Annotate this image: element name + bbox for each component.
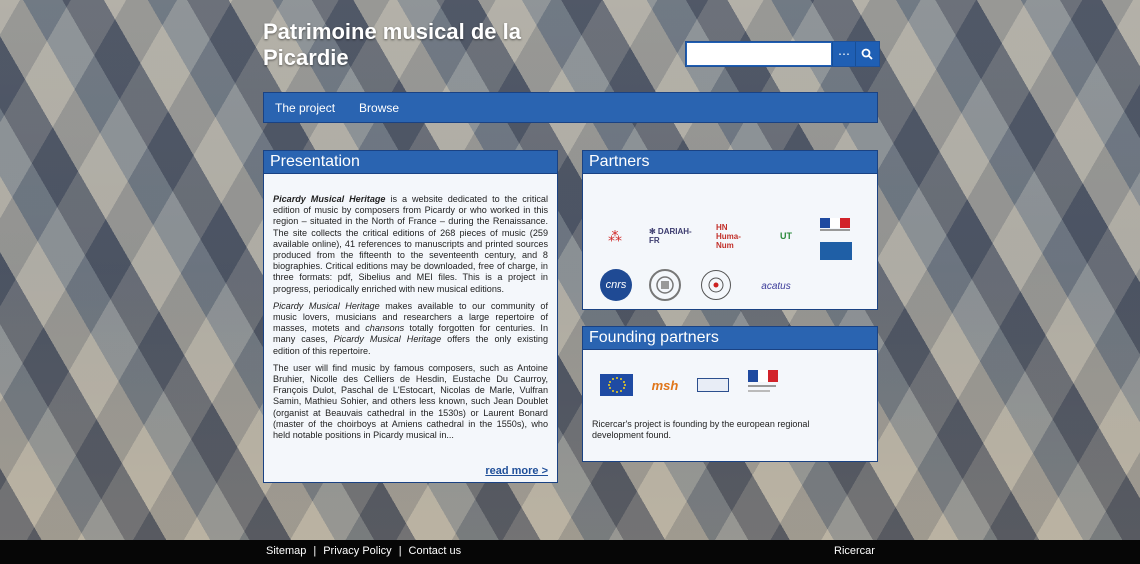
ut-tours-logo[interactable]: UT [769, 228, 803, 244]
advanced-search-button[interactable]: ⋯ [832, 42, 855, 66]
main-nav: The project Browse [263, 92, 878, 123]
presentation-paragraph-3: The user will find music by famous compo… [273, 362, 548, 441]
cnrs-logo[interactable]: cnrs [600, 269, 632, 301]
ensemble-seal-logo[interactable] [701, 270, 731, 300]
republique-francaise-logo[interactable] [748, 370, 780, 400]
ministere-culture-logo[interactable] [820, 218, 852, 234]
flag-icon [748, 370, 778, 392]
emblem-icon [708, 277, 724, 293]
more-icon: ⋯ [838, 47, 850, 61]
presentation-paragraph-1: Picardy Musical Heritage is a website de… [273, 194, 549, 294]
partners-heading: Partners [583, 151, 877, 174]
footer-separator: | [398, 545, 402, 557]
eu-flag-logo[interactable] [600, 374, 633, 396]
acatus-logo[interactable]: acatus [755, 278, 797, 294]
presentation-body: Picardy Musical Heritage is a website de… [264, 174, 557, 441]
footer: Sitemap | Privacy Policy | Contact us Ri… [0, 540, 1140, 564]
university-seal-logo[interactable] [649, 269, 681, 301]
nav-item-the-project[interactable]: The project [275, 101, 335, 115]
founding-partners-panel: Founding partners msh Ricercar's project… [582, 326, 878, 462]
search-button[interactable] [855, 42, 878, 66]
centre-val-de-loire-logo[interactable] [697, 378, 729, 392]
search-input[interactable] [687, 43, 831, 65]
partners-panel: Partners ⁂ ✻ DARIAH-FR HN Huma-Num UT cn… [582, 150, 878, 310]
msh-logo[interactable]: msh [649, 374, 681, 396]
site-title[interactable]: Patrimoine musical de la Picardie [263, 19, 563, 71]
footer-links: Sitemap | Privacy Policy | Contact us [266, 545, 461, 557]
read-more-link[interactable]: read more > [485, 465, 548, 477]
nav-item-browse[interactable]: Browse [359, 101, 399, 115]
founding-description: Ricercar's project is founding by the eu… [592, 419, 810, 440]
footer-ricercar-link[interactable]: Ricercar [834, 545, 875, 557]
seal-icon [656, 276, 674, 294]
presentation-panel: Presentation Picardy Musical Heritage is… [263, 150, 558, 483]
footer-separator: | [313, 545, 317, 557]
footer-contact-us-link[interactable]: Contact us [409, 545, 462, 557]
cesr-logo[interactable]: ⁂ [597, 226, 633, 246]
search-bar: ⋯ [685, 41, 880, 67]
paved-stone-background [0, 0, 1140, 540]
footer-privacy-policy-link[interactable]: Privacy Policy [323, 545, 391, 557]
eu-stars-icon [607, 377, 626, 393]
presentation-heading: Presentation [264, 151, 557, 174]
footer-sitemap-link[interactable]: Sitemap [266, 545, 306, 557]
culture-communication-logo[interactable] [820, 242, 852, 260]
presentation-paragraph-2: Picardy Musical Heritage makes available… [273, 300, 548, 356]
dariah-fr-logo[interactable]: ✻ DARIAH-FR [649, 227, 701, 245]
flag-icon [820, 218, 850, 231]
search-icon [861, 48, 873, 60]
huma-num-logo[interactable]: HN Huma-Num [716, 223, 752, 250]
founding-partners-heading: Founding partners [583, 327, 877, 350]
